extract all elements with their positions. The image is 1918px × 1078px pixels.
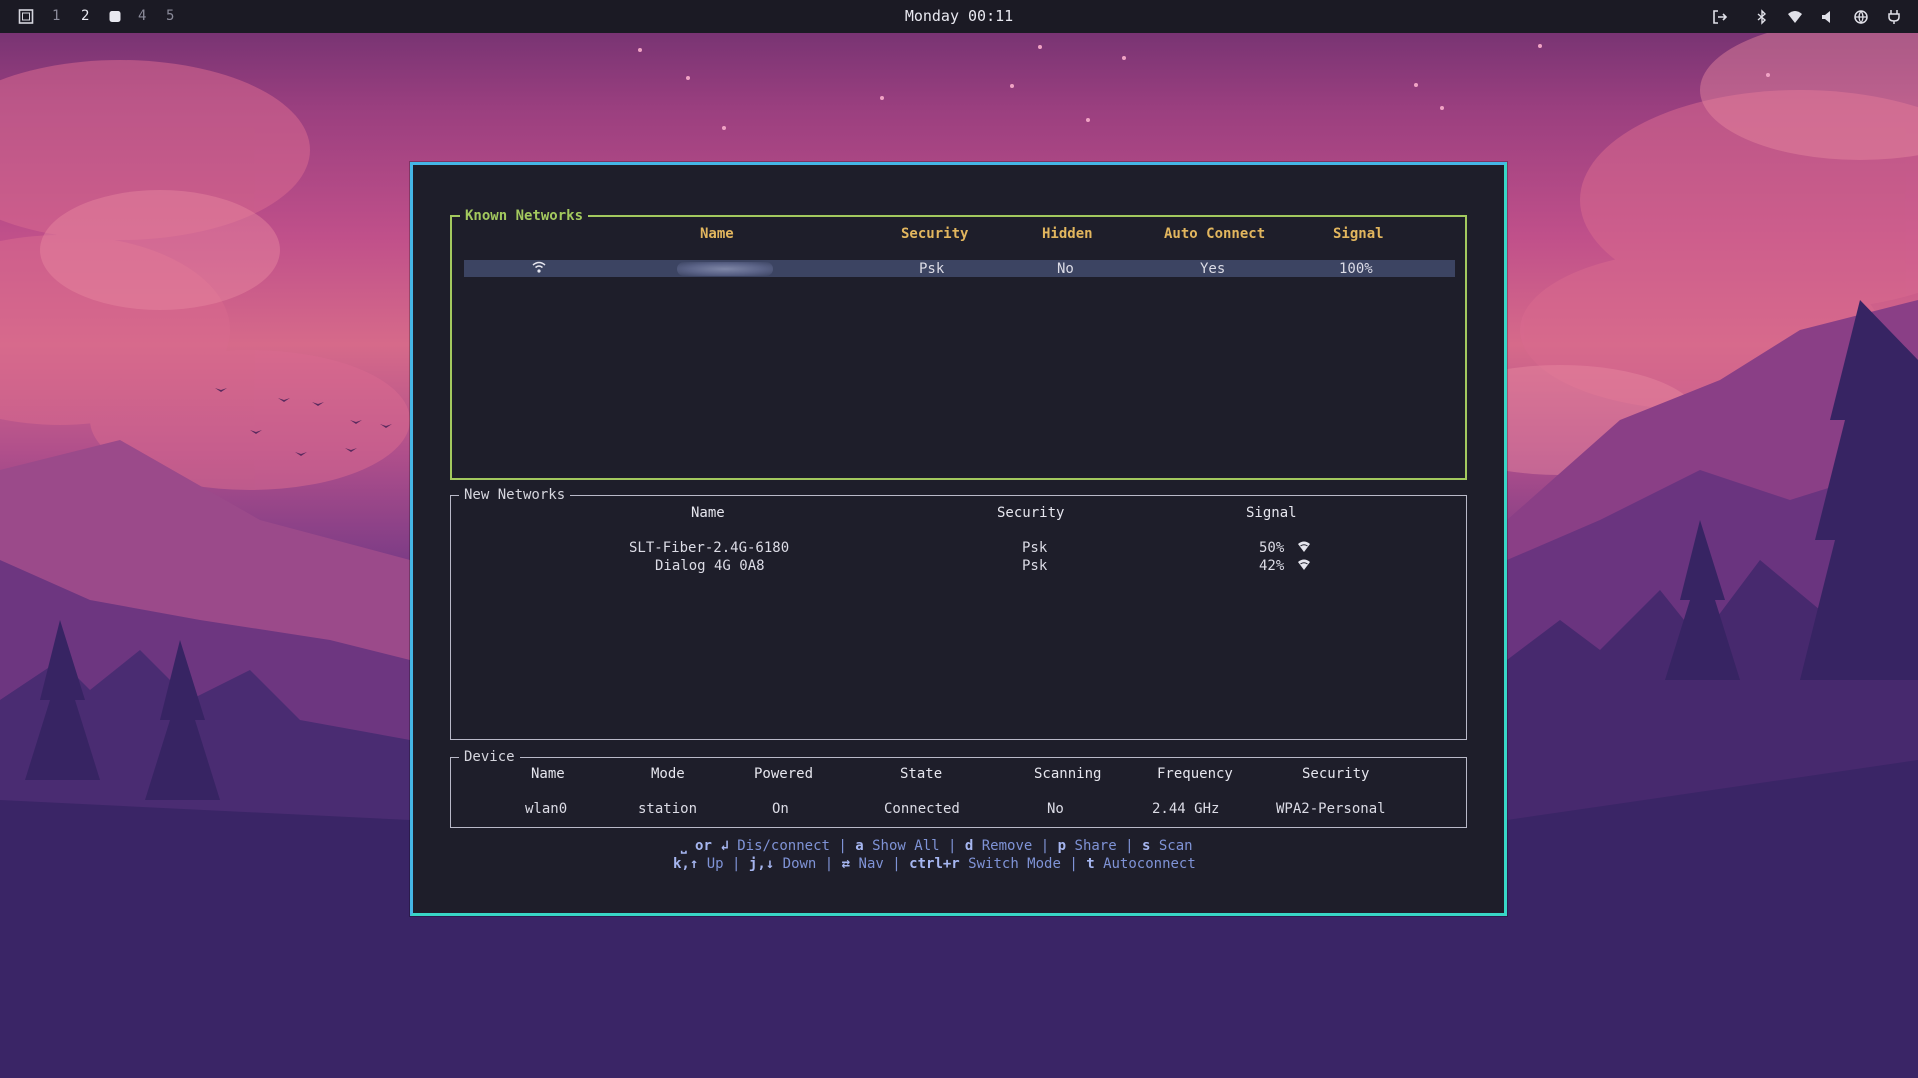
logout-icon[interactable] xyxy=(1712,9,1728,25)
help-key-or: or xyxy=(695,838,712,854)
device-scanning: No xyxy=(1047,801,1064,817)
new-network-security-1: Psk xyxy=(1022,540,1048,556)
help-label-down: Down xyxy=(782,856,817,872)
device-panel: Device Name Mode Powered State Scanning … xyxy=(450,747,1467,828)
known-network-hidden: No xyxy=(1057,261,1074,277)
known-network-name-redacted xyxy=(677,262,773,276)
terminal-window[interactable]: Known Networks Name Security Hidden Auto… xyxy=(410,162,1507,916)
known-header-hidden: Hidden xyxy=(1042,226,1093,242)
known-network-security: Psk xyxy=(919,261,945,277)
new-networks-panel: New Networks Name Security Signal SLT-Fi… xyxy=(450,485,1467,740)
help-key-ctrl-r: ctrl+r xyxy=(909,856,960,872)
help-label-autoconnect: Autoconnect xyxy=(1103,856,1196,872)
help-key-p: p xyxy=(1057,838,1067,854)
help-key-up: k,↑ xyxy=(673,856,699,872)
known-header-signal: Signal xyxy=(1333,226,1384,242)
wifi-icon[interactable] xyxy=(1787,9,1803,25)
known-header-security: Security xyxy=(901,226,969,242)
workspace-5[interactable]: 5 xyxy=(166,0,174,33)
clock[interactable]: Monday 00:11 xyxy=(0,0,1918,33)
help-label-disconnect: Dis/connect xyxy=(737,838,830,854)
help-key-space: ⎵ xyxy=(681,838,687,854)
device-header-powered: Powered xyxy=(754,766,814,782)
help-label-up: Up xyxy=(706,856,724,872)
known-network-row-selected[interactable] xyxy=(464,260,1455,277)
device-name: wlan0 xyxy=(525,801,568,817)
new-networks-title: New Networks xyxy=(459,485,571,505)
workspace-4[interactable]: 4 xyxy=(138,0,146,33)
device-security: WPA2-Personal xyxy=(1276,801,1386,817)
new-network-signal-1: 50% xyxy=(1259,540,1285,556)
new-network-security-2: Psk xyxy=(1022,558,1048,574)
signal-wifi-icon xyxy=(1297,558,1311,572)
volume-icon[interactable] xyxy=(1820,9,1836,25)
known-networks-title: Known Networks xyxy=(460,206,589,226)
globe-icon[interactable] xyxy=(1853,9,1869,25)
known-network-signal: 100% xyxy=(1339,261,1373,277)
help-line-1: ⎵ or ↲ Dis/connect | a Show All | d Remo… xyxy=(681,838,1193,854)
workspace-1[interactable]: 1 xyxy=(52,0,60,33)
known-header-auto-connect: Auto Connect xyxy=(1164,226,1266,242)
device-powered: On xyxy=(772,801,789,817)
help-key-enter: ↲ xyxy=(720,838,729,854)
help-label-nav: Nav xyxy=(858,856,884,872)
help-key-t: t xyxy=(1086,856,1095,872)
new-network-name-2[interactable]: Dialog 4G 0A8 xyxy=(655,557,765,575)
new-network-signal-2: 42% xyxy=(1259,558,1285,574)
help-label-switch-mode: Switch Mode xyxy=(968,856,1061,872)
device-header-frequency: Frequency xyxy=(1157,766,1233,782)
device-header-security: Security xyxy=(1302,766,1370,782)
known-header-name: Name xyxy=(700,226,734,242)
help-key-tab: ⇄ xyxy=(841,856,851,872)
device-frequency: 2.44 GHz xyxy=(1152,801,1220,817)
device-state: Connected xyxy=(884,801,960,817)
new-network-name-1[interactable]: SLT-Fiber-2.4G-6180 xyxy=(629,539,789,557)
device-header-scanning: Scanning xyxy=(1034,766,1102,782)
bluetooth-icon[interactable] xyxy=(1754,9,1770,25)
window-layout-icon[interactable] xyxy=(18,0,34,33)
new-header-security: Security xyxy=(997,505,1065,521)
device-header-state: State xyxy=(900,766,943,782)
help-label-show-all: Show All xyxy=(872,838,940,854)
help-label-remove: Remove xyxy=(981,838,1033,854)
top-panel: 1 2 4 5 Monday 00:11 xyxy=(0,0,1918,33)
help-key-a: a xyxy=(855,838,864,854)
power-icon[interactable] xyxy=(1886,9,1902,25)
new-header-name: Name xyxy=(691,505,725,521)
device-title: Device xyxy=(459,747,520,767)
device-mode: station xyxy=(638,801,698,817)
help-key-s: s xyxy=(1141,838,1151,854)
known-networks-panel: Known Networks Name Security Hidden Auto… xyxy=(450,206,1467,480)
help-key-down: j,↓ xyxy=(748,856,775,872)
workspace-3-active-icon[interactable] xyxy=(109,0,121,33)
known-network-auto-connect: Yes xyxy=(1200,261,1226,277)
device-header-name: Name xyxy=(531,766,565,782)
device-header-mode: Mode xyxy=(651,766,685,782)
new-header-signal: Signal xyxy=(1246,505,1297,521)
help-line-2: k,↑ Up | j,↓ Down | ⇄ Nav | ctrl+r Switc… xyxy=(673,856,1196,872)
help-label-share: Share xyxy=(1074,838,1117,854)
help-key-d: d xyxy=(964,838,974,854)
workspace-2[interactable]: 2 xyxy=(81,0,89,33)
connected-wifi-icon xyxy=(531,259,547,275)
signal-wifi-icon xyxy=(1297,540,1311,554)
help-label-scan: Scan xyxy=(1158,838,1193,854)
